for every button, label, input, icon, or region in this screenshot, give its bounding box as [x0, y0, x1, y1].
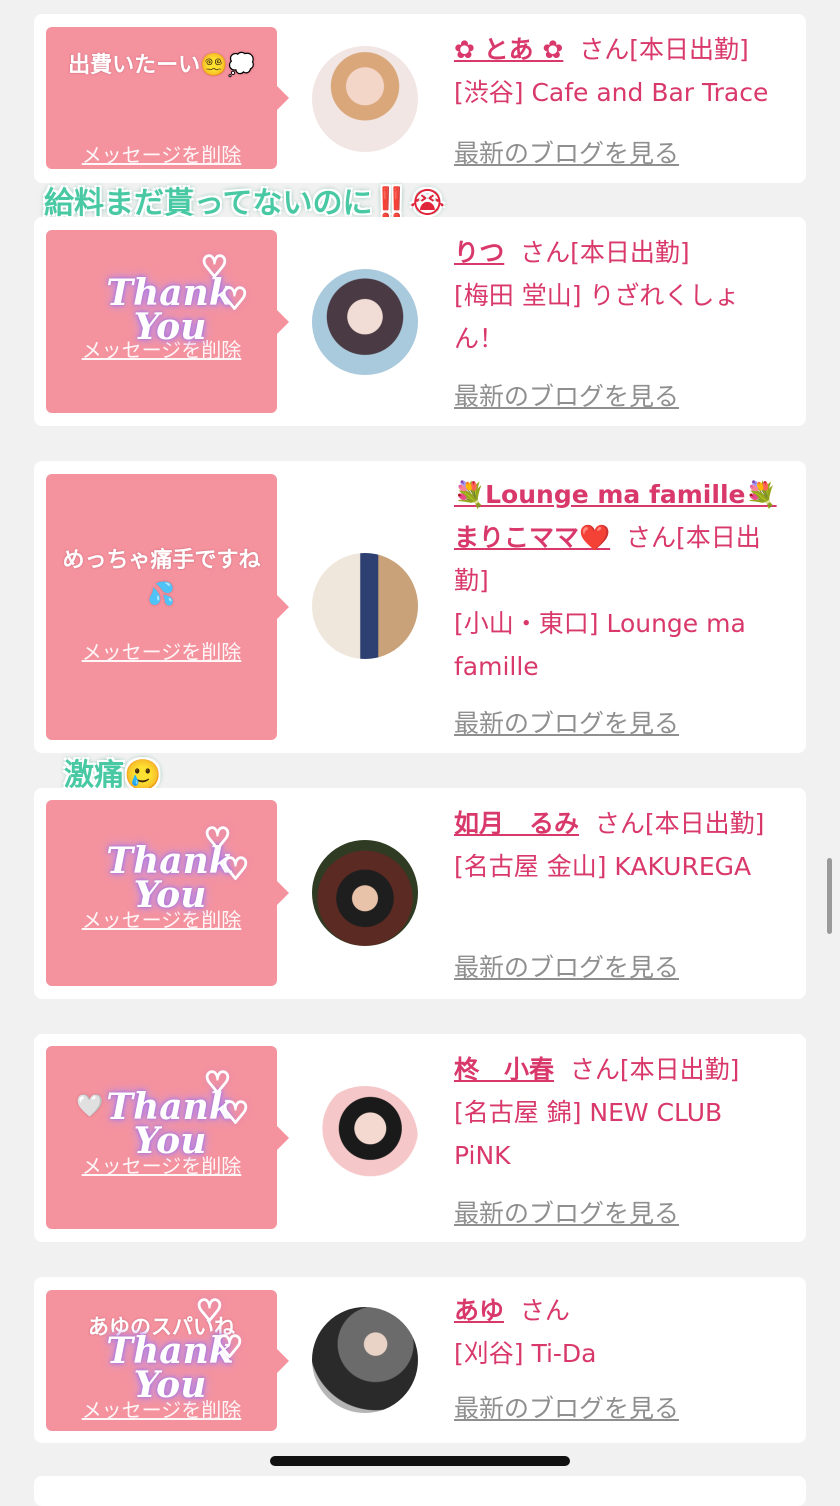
cast-status: さん[本日出勤] [520, 238, 690, 267]
cast-name-link[interactable]: あゆ [454, 1296, 504, 1325]
favorite-card: 🤍 メッセージを削除 Thank You ♡ ♡ 柊 小春 さん[本日出勤] [… [34, 1034, 806, 1242]
thank-you-sticker: Thank You [106, 1330, 234, 1406]
cast-info: 如月 るみ さん[本日出勤] [名古屋 金山] KAKUREGA [454, 802, 782, 888]
shop-name: [小山・東口] Lounge ma famille [454, 609, 746, 681]
cast-status: さん[本日出勤] [594, 809, 765, 838]
heart-icon: ♡ [220, 281, 249, 318]
cast-info: 柊 小春 さん[本日出勤] [名古屋 錦] NEW CLUB PiNK [454, 1048, 782, 1177]
avatar[interactable] [312, 553, 418, 659]
thank-you-sticker: Thank You [106, 840, 234, 916]
shop-name: [刈谷] Ti-Da [454, 1339, 597, 1368]
cast-name-link[interactable]: 如月 るみ [454, 809, 579, 838]
cast-info: 💐Lounge ma famille💐まりこママ❤️ さん[本日出勤] [小山・… [454, 473, 782, 688]
message-bubble: めっちゃ痛手ですね💦 メッセージを削除 [46, 474, 289, 740]
avatar[interactable] [312, 1307, 418, 1413]
message-bubble: あゆのスパいね メッセージを削除 Thank You ♡ ♡ [46, 1290, 289, 1431]
cast-info: あゆ さん [刈谷] Ti-Da [454, 1289, 782, 1375]
salary-sticker-text: 給料まだ貰ってないのに [44, 186, 373, 221]
shop-name: [名古屋 錦] NEW CLUB PiNK [454, 1098, 723, 1170]
avatar[interactable] [312, 269, 418, 375]
delete-message-link[interactable]: メッセージを削除 [46, 334, 277, 363]
delete-message-link[interactable]: メッセージを削除 [46, 904, 277, 933]
avatar[interactable] [312, 840, 418, 946]
latest-blog-link[interactable]: 最新のブログを見る [454, 1389, 679, 1425]
message-text: あゆのスパいね [88, 1315, 235, 1339]
cast-name-link[interactable]: ✿ とあ ✿ [454, 35, 563, 64]
heart-icon: ♡ [221, 851, 250, 888]
avatar[interactable] [312, 1086, 418, 1192]
cast-status: さん [519, 1296, 570, 1325]
cast-name-link[interactable]: 柊 小春 [454, 1055, 554, 1084]
delete-message-link[interactable]: メッセージを削除 [46, 139, 277, 168]
cast-status: さん[本日出勤] [579, 35, 749, 64]
favorite-card: 出費いたーい😵‍💫💭 メッセージを削除 ✿ とあ ✿ さん[本日出勤] [渋谷]… [34, 14, 806, 183]
message-bubble: 出費いたーい😵‍💫💭 メッセージを削除 [46, 27, 289, 169]
cast-status: さん[本日出勤] [569, 1055, 740, 1084]
shop-name: [渋谷] Cafe and Bar Trace [454, 78, 769, 107]
message-bubble: 🤍 メッセージを削除 Thank You ♡ ♡ [46, 1046, 289, 1229]
favorite-card: メッセージを削除 Thank You ♡ ♡ りつ さん[本日出勤] [梅田 堂… [34, 217, 806, 426]
latest-blog-link[interactable]: 最新のブログを見る [454, 1194, 679, 1230]
message-text: めっちゃ痛手ですね💦 [62, 548, 261, 607]
cast-info: りつ さん[本日出勤] [梅田 堂山] りざれくしょん！ [454, 231, 782, 360]
home-indicator[interactable] [270, 1456, 570, 1466]
message-bubble: メッセージを削除 Thank You ♡ ♡ [46, 230, 289, 413]
favorite-card [34, 1476, 806, 1506]
latest-blog-link[interactable]: 最新のブログを見る [454, 948, 679, 984]
heart-icon: ♡ [200, 249, 229, 286]
cast-info: ✿ とあ ✿ さん[本日出勤] [渋谷] Cafe and Bar Trace [454, 28, 782, 114]
salary-sticker: 給料まだ貰ってないのに‼️😭 [44, 178, 445, 222]
favorite-card: あゆのスパいね メッセージを削除 Thank You ♡ ♡ あゆ さん [刈谷… [34, 1277, 806, 1443]
salary-sticker-mark: ‼️😭 [372, 186, 445, 221]
delete-message-link[interactable]: メッセージを削除 [46, 636, 277, 665]
cast-name-link[interactable]: りつ [454, 238, 504, 267]
latest-blog-link[interactable]: 最新のブログを見る [454, 377, 679, 413]
message-text: 🤍 [76, 1094, 104, 1119]
delete-message-link[interactable]: メッセージを削除 [46, 1150, 277, 1179]
favorite-card: めっちゃ痛手ですね💦 メッセージを削除 💐Lounge ma famille💐ま… [34, 461, 806, 753]
favorite-card: メッセージを削除 Thank You ♡ ♡ 如月 るみ さん[本日出勤] [名… [34, 788, 806, 999]
heart-icon: ♡ [203, 821, 232, 858]
latest-blog-link[interactable]: 最新のブログを見る [454, 134, 679, 170]
message-text: 出費いたーい😵‍💫💭 [68, 53, 255, 78]
delete-message-link[interactable]: メッセージを削除 [46, 1394, 277, 1423]
shop-name: [名古屋 金山] KAKUREGA [454, 852, 752, 881]
latest-blog-link[interactable]: 最新のブログを見る [454, 704, 679, 740]
scrollbar[interactable] [827, 858, 832, 934]
message-bubble: メッセージを削除 Thank You ♡ ♡ [46, 800, 289, 986]
avatar[interactable] [312, 46, 418, 152]
shop-name: [梅田 堂山] りざれくしょん！ [454, 281, 740, 353]
